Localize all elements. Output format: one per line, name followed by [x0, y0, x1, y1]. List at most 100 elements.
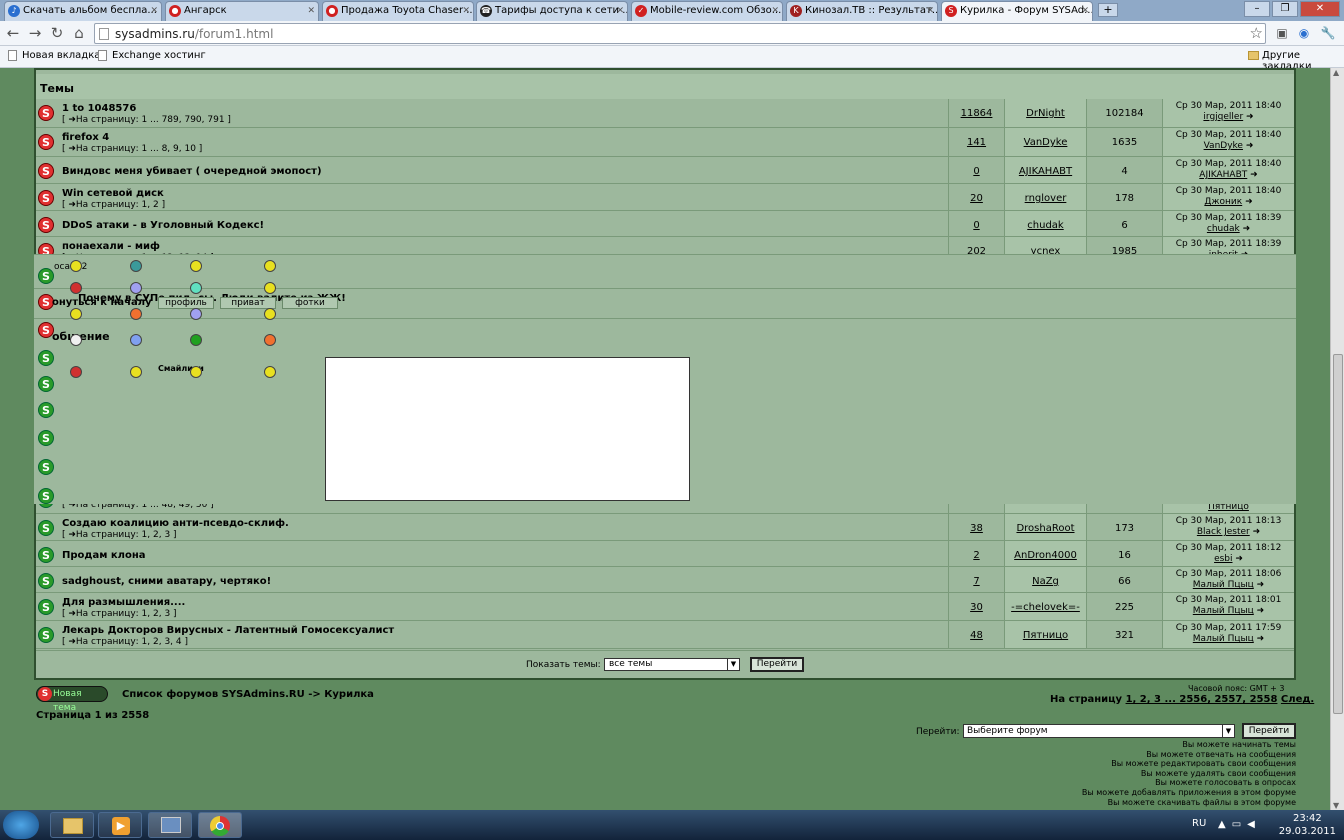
replies-count[interactable]: 7	[949, 567, 1004, 587]
wrench-icon[interactable]: 🔧	[1320, 25, 1336, 41]
topic-title[interactable]: Виндовс меня убивает ( очередной эмопост…	[62, 166, 322, 177]
topic-title[interactable]: Продам клона	[62, 550, 146, 561]
topic-pages[interactable]: [ ➜На страницу: 1, 2, 3, 4 ]	[62, 637, 188, 647]
replies-count[interactable]: 0	[949, 157, 1004, 177]
last-post-user[interactable]: Малый Пцыц	[1193, 634, 1254, 644]
last-post-user[interactable]: irgjqeller	[1203, 112, 1243, 122]
goto-last-icon[interactable]: ➜	[1235, 554, 1243, 564]
goto-last-icon[interactable]: ➜	[1243, 224, 1251, 234]
replies-count[interactable]: 0	[949, 211, 1004, 231]
replies-count[interactable]: 141	[949, 128, 1004, 148]
last-post-user[interactable]: AJIKAHABT	[1199, 170, 1247, 180]
smiley-icon[interactable]	[264, 366, 276, 378]
smiley-icon[interactable]	[190, 366, 202, 378]
topic-pages[interactable]: [ ➜На страницу: 1, 2, 3 ]	[62, 530, 177, 540]
smiley-icon[interactable]	[264, 334, 276, 346]
topic-title[interactable]: Лекарь Докторов Вирусных - Латентный Гом…	[62, 625, 394, 636]
topic-pages[interactable]: [ ➜На страницу: 1, 2 ]	[62, 200, 165, 210]
maximize-icon[interactable]: ❐	[1272, 1, 1298, 17]
smiley-icon[interactable]	[130, 334, 142, 346]
topic-author[interactable]: DroshaRoot	[1005, 514, 1086, 534]
bookmark-star-icon[interactable]: ☆	[1250, 24, 1263, 42]
new-topic-button[interactable]: S Новая тема	[36, 686, 108, 713]
smiley-icon[interactable]	[264, 282, 276, 294]
tab-1[interactable]: ● Ангарск ✕	[165, 1, 319, 21]
topic-title-text[interactable]: Продам клона	[62, 550, 146, 561]
topic-title-text[interactable]: Лекарь Докторов Вирусных - Латентный Гом…	[62, 625, 394, 636]
topic-author[interactable]: NaZg	[1005, 567, 1086, 587]
smiley-icon[interactable]	[70, 260, 82, 272]
message-textarea[interactable]	[325, 357, 690, 501]
goto-last-icon[interactable]: ➜	[1250, 170, 1258, 180]
last-post-user[interactable]: esbi	[1214, 554, 1232, 564]
smiley-icon[interactable]	[70, 282, 82, 294]
smiley-icon[interactable]	[70, 334, 82, 346]
close-tab-icon[interactable]: ✕	[1081, 2, 1089, 20]
smiley-icon[interactable]	[190, 308, 202, 320]
topic-author[interactable]: Пятницо	[1005, 621, 1086, 641]
topic-author[interactable]: rnglover	[1005, 184, 1086, 204]
reload-icon[interactable]: ↻	[48, 25, 66, 41]
topic-title-text[interactable]: 1 to 1048576	[62, 103, 136, 114]
topic-author[interactable]: AnDron4000	[1005, 541, 1086, 561]
smiley-icon[interactable]	[264, 260, 276, 272]
last-post-user[interactable]: Малый Пцыц	[1193, 580, 1254, 590]
topic-title-text[interactable]: Для размышления....	[62, 597, 185, 608]
goto-last-icon[interactable]: ➜	[1257, 634, 1265, 644]
smiley-icon[interactable]	[70, 308, 82, 320]
goto-last-icon[interactable]: ➜	[1246, 112, 1254, 122]
close-tab-icon[interactable]: ✕	[307, 2, 315, 20]
topic-author[interactable]: VanDyke	[1005, 128, 1086, 148]
last-post-user[interactable]: Black Jester	[1197, 527, 1250, 537]
vertical-scrollbar[interactable]: ▲ ▼	[1330, 68, 1344, 810]
smiley-icon[interactable]	[190, 334, 202, 346]
replies-count[interactable]: 11864	[949, 99, 1004, 119]
topic-title[interactable]: DDoS атаки - в Уголовный Кодекс!	[62, 220, 264, 231]
close-tab-icon[interactable]: ✕	[616, 2, 624, 20]
last-post-user[interactable]: Джоник	[1204, 197, 1242, 207]
address-bar[interactable]: sysadmins.ru/forum1.html ☆	[94, 23, 1266, 44]
smiley-icon[interactable]	[130, 366, 142, 378]
jump-button[interactable]: Перейти	[1242, 723, 1296, 739]
tab-6-active[interactable]: S Курилка - Форум SYSAd... ✕	[941, 1, 1093, 21]
volume-icon[interactable]: ◀	[1247, 819, 1261, 830]
clock[interactable]: 23:42 29.03.2011	[1279, 812, 1336, 838]
smiley-icon[interactable]	[130, 308, 142, 320]
goto-last-icon[interactable]: ➜	[1253, 527, 1261, 537]
pager-next[interactable]: След.	[1281, 694, 1314, 705]
pager-links[interactable]: 1, 2, 3 ... 2556, 2557, 2558	[1126, 694, 1278, 705]
network-taskbar-icon[interactable]	[148, 812, 192, 838]
profile-button[interactable]: профиль	[158, 297, 214, 309]
back-icon[interactable]: ←	[4, 25, 22, 41]
smiley-icon[interactable]	[70, 366, 82, 378]
close-tab-icon[interactable]: ✕	[771, 2, 779, 20]
close-tab-icon[interactable]: ✕	[150, 2, 158, 20]
topic-title[interactable]: понаехали - миф	[62, 241, 160, 252]
topic-author[interactable]: chudak	[1005, 211, 1086, 231]
topic-title-text[interactable]: DDoS атаки - в Уголовный Кодекс!	[62, 220, 264, 231]
tab-4[interactable]: ✓ Mobile-review.com Обзо... ✕	[631, 1, 783, 21]
scroll-thumb[interactable]	[1333, 354, 1343, 714]
smiley-icon[interactable]	[130, 282, 142, 294]
go-button[interactable]: Перейти	[750, 657, 804, 672]
topic-title[interactable]: 1 to 1048576	[62, 103, 136, 114]
goto-last-icon[interactable]: ➜	[1257, 606, 1265, 616]
last-post-user[interactable]: VanDyke	[1204, 141, 1243, 151]
scroll-up-icon[interactable]: ▲	[1333, 68, 1339, 77]
translate-icon[interactable]: ◉	[1296, 25, 1312, 41]
topic-title[interactable]: Создаю коалицию анти-псевдо-склиф.	[62, 518, 289, 529]
arrow-icon[interactable]: ▲	[1218, 819, 1232, 830]
start-button[interactable]	[3, 811, 39, 839]
topic-pages[interactable]: [ ➜На страницу: 1 ... 789, 790, 791 ]	[62, 115, 231, 125]
tab-3[interactable]: ☎ Тарифы доступа к сети ... ✕	[476, 1, 628, 21]
replies-count[interactable]: 48	[949, 621, 1004, 641]
smiley-icon[interactable]	[190, 260, 202, 272]
topic-author[interactable]: AJIKAHABT	[1005, 157, 1086, 177]
replies-count[interactable]: 2	[949, 541, 1004, 561]
replies-count[interactable]: 30	[949, 593, 1004, 613]
smiley-icon[interactable]	[130, 260, 142, 272]
photos-button[interactable]: фотки	[282, 297, 338, 309]
topic-author[interactable]: -=chelovek=-	[1005, 593, 1086, 613]
last-post-user[interactable]: Малый Пцыц	[1193, 606, 1254, 616]
media-player-taskbar-icon[interactable]: ▶	[98, 812, 142, 838]
